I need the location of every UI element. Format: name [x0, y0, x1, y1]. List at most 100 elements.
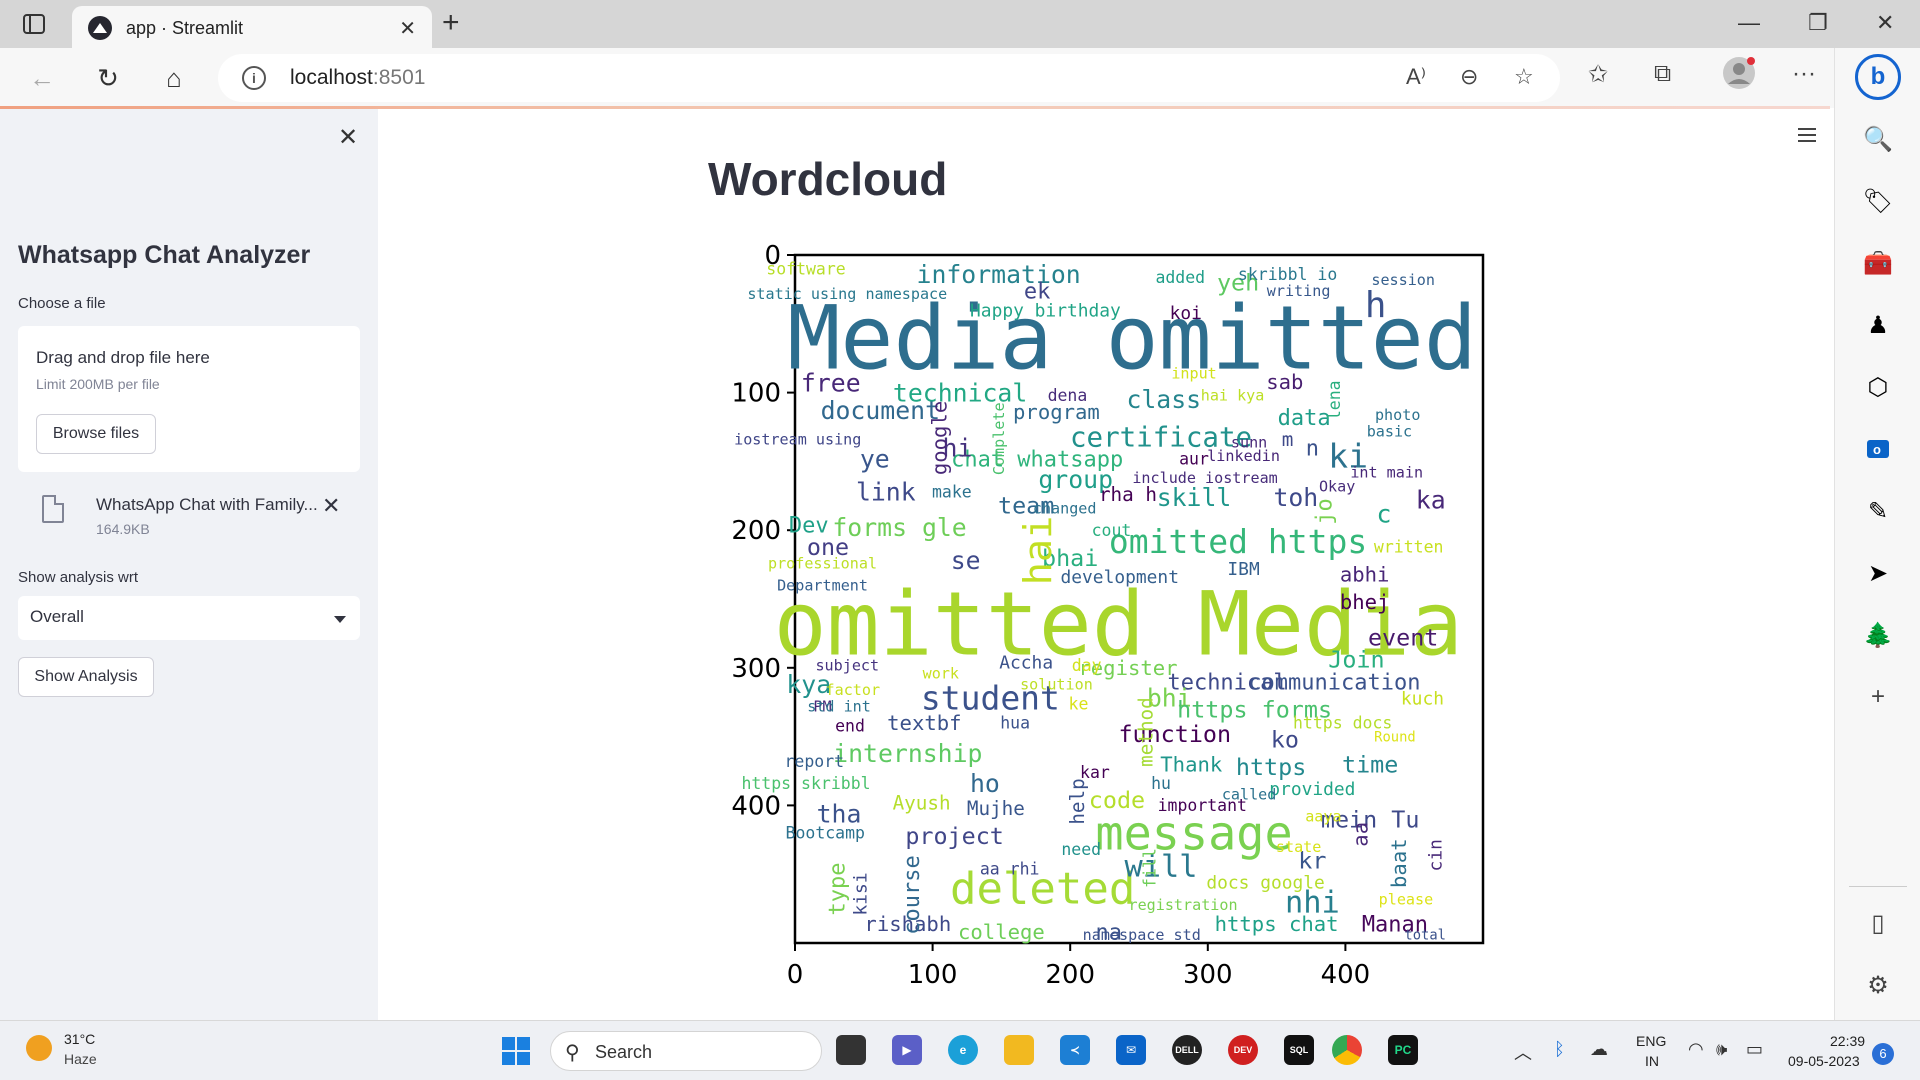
minimize-icon[interactable]: —: [1738, 10, 1760, 36]
main-menu-icon[interactable]: [1798, 128, 1816, 142]
wordcloud-word: std int: [807, 698, 871, 716]
tab-actions-icon[interactable]: [20, 12, 48, 36]
edge-sidebar: b 🔍 🏷 🧰 ♟ ⬡ o ✎ ➤ 🌲 + ▯ ⚙: [1834, 48, 1920, 1020]
send-icon[interactable]: ➤: [1863, 558, 1893, 588]
shopping-tag-icon[interactable]: 🏷: [1863, 186, 1893, 216]
wordcloud-word: session: [1371, 271, 1435, 289]
volume-icon[interactable]: 🕪: [1716, 1039, 1727, 1060]
wordcloud-word: https skribbl: [741, 774, 870, 793]
wordcloud-word: report: [784, 752, 844, 771]
new-tab-icon[interactable]: +: [442, 8, 460, 38]
mail-icon[interactable]: ✉: [1116, 1035, 1146, 1065]
pycharm-icon[interactable]: PC: [1388, 1035, 1418, 1065]
wordcloud-word: solution: [1020, 676, 1093, 694]
wordcloud-word: please: [1379, 890, 1434, 908]
wordcloud-word: Department: [777, 577, 868, 595]
collections-icon[interactable]: ⧉: [1654, 60, 1671, 88]
outlook-icon[interactable]: o: [1863, 434, 1893, 464]
url-bar[interactable]: i localhost:8501 A⁾ ⊖ ☆: [218, 54, 1560, 102]
windows-taskbar: 31°C Haze ⚲ Search ▶ e ≺ ✉ DELL DEV SQL …: [0, 1020, 1920, 1080]
favorites-icon[interactable]: ✩: [1588, 60, 1608, 89]
wordcloud-word: time: [1342, 750, 1398, 778]
back-icon[interactable]: ←: [26, 62, 58, 94]
office-icon[interactable]: ⬡: [1863, 372, 1893, 402]
window-close-icon[interactable]: ✕: [1876, 10, 1894, 36]
windows-start-icon[interactable]: [502, 1037, 530, 1065]
wordcloud-word-vertical: jo: [1313, 498, 1338, 525]
add-favorite-icon[interactable]: ☆: [1514, 64, 1534, 90]
wordcloud-word-vertical: lena: [1325, 380, 1344, 420]
devcpp-icon[interactable]: DEV: [1228, 1035, 1258, 1065]
weather-description[interactable]: Haze: [64, 1051, 97, 1067]
wordcloud-word: forms gle: [832, 513, 966, 542]
sidebar-divider: [1849, 886, 1907, 887]
remove-file-icon[interactable]: ✕: [322, 493, 340, 519]
bing-copilot-icon[interactable]: b: [1855, 54, 1901, 100]
tab-title: app · Streamlit: [126, 18, 244, 38]
wordcloud-word-vertical: baat: [1387, 838, 1411, 888]
user-select[interactable]: Overall: [18, 596, 360, 640]
url-text[interactable]: localhost:8501: [290, 66, 425, 90]
browser-tab[interactable]: app · Streamlit ✕: [72, 6, 432, 48]
add-sidebar-icon[interactable]: +: [1863, 682, 1893, 712]
mysql-icon[interactable]: SQL: [1284, 1035, 1314, 1065]
chrome-icon[interactable]: [1332, 1035, 1362, 1065]
show-analysis-button[interactable]: Show Analysis: [18, 657, 154, 697]
onedrive-icon[interactable]: ☁: [1590, 1039, 1608, 1060]
clock-time[interactable]: 22:39: [1830, 1033, 1865, 1049]
browse-files-button[interactable]: Browse files: [36, 414, 156, 454]
hide-sidebar-icon[interactable]: ▯: [1863, 908, 1893, 938]
wordcloud-word: Bootcamp: [786, 824, 865, 843]
wordcloud-word: end: [835, 716, 865, 735]
task-view-icon[interactable]: [836, 1035, 866, 1065]
refresh-icon[interactable]: ↻: [92, 62, 124, 94]
language-primary[interactable]: ENG: [1636, 1033, 1666, 1049]
tree-icon[interactable]: 🌲: [1863, 620, 1893, 650]
site-info-icon[interactable]: i: [242, 66, 266, 90]
wordcloud-word: project: [905, 822, 1004, 850]
restore-icon[interactable]: ❐: [1808, 10, 1828, 36]
weather-sun-icon[interactable]: [26, 1035, 52, 1061]
search-icon[interactable]: 🔍: [1863, 124, 1893, 154]
edge-icon[interactable]: e: [948, 1035, 978, 1065]
x-tick-label: 400: [1321, 960, 1371, 990]
uploaded-file-size: 164.9KB: [96, 521, 150, 537]
games-icon[interactable]: ♟: [1863, 310, 1893, 340]
clock-date[interactable]: 09-05-2023: [1788, 1053, 1860, 1069]
profile-avatar[interactable]: [1722, 56, 1756, 97]
taskbar-search[interactable]: ⚲ Search: [550, 1031, 822, 1071]
sidebar-close-icon[interactable]: ✕: [338, 123, 358, 152]
wordcloud-word: ye: [860, 444, 890, 473]
wordcloud-word: provided: [1269, 779, 1355, 800]
taskbar-search-text: Search: [595, 1042, 653, 1062]
language-secondary[interactable]: IN: [1645, 1053, 1659, 1069]
battery-icon[interactable]: ▭: [1746, 1039, 1763, 1060]
teams-icon[interactable]: ▶: [892, 1035, 922, 1065]
weather-temperature[interactable]: 31°C: [64, 1031, 95, 1047]
zoom-out-icon[interactable]: ⊖: [1460, 64, 1478, 90]
more-options-icon[interactable]: ···: [1792, 60, 1816, 88]
wordcloud-word: communication: [1248, 670, 1420, 695]
dell-icon[interactable]: DELL: [1172, 1035, 1202, 1065]
notification-badge[interactable]: 6: [1872, 1043, 1894, 1065]
y-tick-label: 400: [731, 791, 781, 821]
home-icon[interactable]: ⌂: [158, 62, 190, 94]
wordcloud-word: n: [1306, 436, 1319, 461]
file-explorer-icon[interactable]: [1004, 1035, 1034, 1065]
wordcloud-word: day: [1072, 656, 1102, 675]
read-aloud-icon[interactable]: A⁾: [1406, 64, 1426, 90]
tab-close-icon[interactable]: ✕: [399, 16, 416, 41]
tray-chevron-icon[interactable]: ︿: [1514, 1039, 1532, 1065]
bluetooth-icon[interactable]: ᛒ: [1554, 1039, 1565, 1060]
tools-icon[interactable]: 🧰: [1863, 248, 1893, 278]
wordcloud-word: sab: [1266, 370, 1303, 394]
drop-icon[interactable]: ✎: [1863, 496, 1893, 526]
file-dropzone[interactable]: Drag and drop file here Limit 200MB per …: [18, 326, 360, 472]
svg-text:o: o: [1873, 442, 1881, 457]
settings-gear-icon[interactable]: ⚙: [1863, 970, 1893, 1000]
vscode-icon[interactable]: ≺: [1060, 1035, 1090, 1065]
wifi-icon[interactable]: ◠: [1688, 1039, 1704, 1060]
wordcloud-word: bhej: [1340, 590, 1390, 614]
wordcloud-word: ke: [1069, 694, 1089, 713]
wordcloud-word: photo: [1375, 406, 1420, 424]
